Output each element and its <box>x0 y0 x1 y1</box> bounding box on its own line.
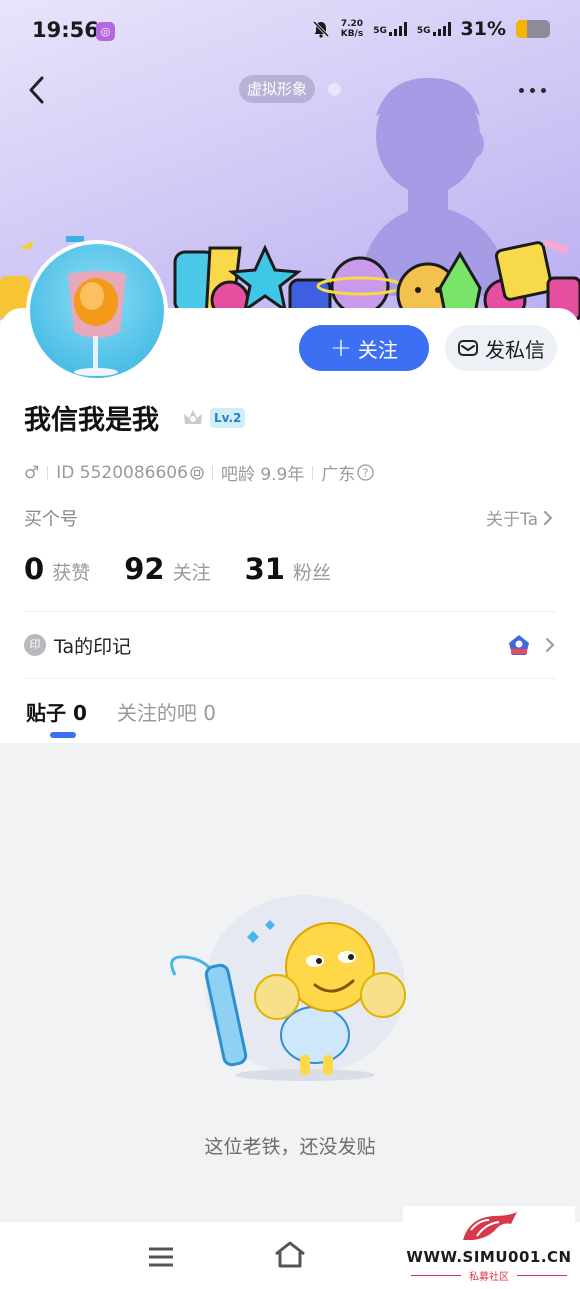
tab-label: 贴子 <box>26 701 66 725</box>
mail-icon <box>458 340 478 356</box>
tab-count: 0 <box>72 701 87 725</box>
mark-badge-icon <box>509 635 529 655</box>
signal-2-label: 5G <box>416 26 431 36</box>
svg-text:?: ? <box>363 467 369 480</box>
watermark-line <box>517 1275 567 1276</box>
about-label: 关于Ta <box>486 510 538 530</box>
signal-bars-icon <box>432 22 451 36</box>
signal-1-label: 5G <box>373 26 387 36</box>
divider <box>312 465 314 480</box>
virtual-avatar-button[interactable]: 虚拟形象 <box>239 75 316 103</box>
menu-icon[interactable] <box>147 1246 175 1268</box>
battery-percent: 31% <box>460 18 506 40</box>
stats-row: 0 获赞 92 关注 31 粉丝 <box>24 552 365 586</box>
content-tabs: 贴子 0 关注的吧 0 <box>26 697 216 726</box>
chevron-right-icon <box>546 638 555 652</box>
tab-posts[interactable]: 贴子 0 <box>26 697 87 726</box>
stat-following[interactable]: 92 关注 <box>124 552 210 586</box>
send-message-label: 发私信 <box>485 337 545 362</box>
help-icon[interactable]: ? <box>357 464 375 481</box>
divider <box>47 465 49 480</box>
stat-value: 92 <box>124 552 165 586</box>
send-message-button[interactable]: 发私信 <box>445 325 557 371</box>
stat-likes[interactable]: 0 获赞 <box>24 552 90 586</box>
mark-label: Ta的印记 <box>54 635 132 658</box>
stat-fans[interactable]: 31 粉丝 <box>245 552 331 586</box>
tab-indicator <box>50 732 76 738</box>
stat-value: 31 <box>244 552 285 586</box>
profile-sub-label: 买个号 <box>24 509 78 530</box>
network-speed-unit: KB/s <box>340 29 364 39</box>
status-time: 19:56 <box>32 18 99 42</box>
watermark-logo <box>463 1212 517 1240</box>
avatar-image <box>30 244 164 378</box>
watermark: WWW.SIMU001.CN 私募社区 <box>403 1206 575 1289</box>
network-speed: 7.20 KB/s <box>341 19 363 39</box>
signal-1: 5G <box>373 22 407 36</box>
crown-icon <box>184 410 202 424</box>
mark-row[interactable]: 印 Ta的印记 <box>24 628 556 662</box>
copy-icon[interactable] <box>190 465 204 480</box>
location: 广东 <box>321 465 356 485</box>
mute-bell-icon <box>312 20 329 38</box>
stat-label: 获赞 <box>52 562 91 584</box>
bar-age: 吧龄 9.9年 <box>220 465 305 485</box>
section-divider <box>24 678 556 679</box>
stat-value: 0 <box>24 552 45 586</box>
back-icon[interactable] <box>24 72 54 108</box>
follow-button[interactable]: + 关注 <box>299 325 429 371</box>
username: 我信我是我 <box>24 405 159 436</box>
app-notification-icon: ◎ <box>96 22 115 41</box>
empty-state-message: 这位老铁，还没发贴 <box>204 1136 376 1158</box>
watermark-url: WWW.SIMU001.CN <box>406 1248 572 1266</box>
section-divider <box>24 611 556 612</box>
signal-2: 5G <box>417 22 451 36</box>
home-icon[interactable] <box>273 1240 307 1270</box>
stat-label: 关注 <box>172 562 211 584</box>
divider <box>211 465 213 480</box>
user-id: ID 5520086606 <box>56 462 188 483</box>
battery-icon <box>516 20 550 38</box>
tab-followed-bars[interactable]: 关注的吧 0 <box>117 697 216 726</box>
stat-label: 粉丝 <box>292 562 331 584</box>
chevron-right-icon <box>544 510 553 525</box>
avatar[interactable] <box>26 240 168 382</box>
profile-meta: ♂ ID 5520086606 吧龄 9.9年 广东 ? <box>24 460 375 485</box>
tab-label: 关注的吧 <box>116 701 197 725</box>
status-bar: 19:56 ◎ 7.20 KB/s 5G 5G 31% <box>0 16 580 46</box>
follow-label: 关注 <box>357 337 398 362</box>
signal-bars-icon <box>388 22 407 36</box>
male-icon: ♂ <box>24 462 40 483</box>
tab-count: 0 <box>203 701 216 725</box>
about-link[interactable]: 关于Ta <box>486 505 554 530</box>
mark-icon: 印 <box>24 634 46 656</box>
network-speed-value: 7.20 <box>340 19 364 29</box>
level-badge: Lv.2 <box>210 408 246 428</box>
plus-icon: + <box>330 333 352 363</box>
empty-state-illustration <box>170 895 406 1081</box>
pill-indicator <box>328 83 341 96</box>
drink-glass-illustration <box>68 271 126 376</box>
